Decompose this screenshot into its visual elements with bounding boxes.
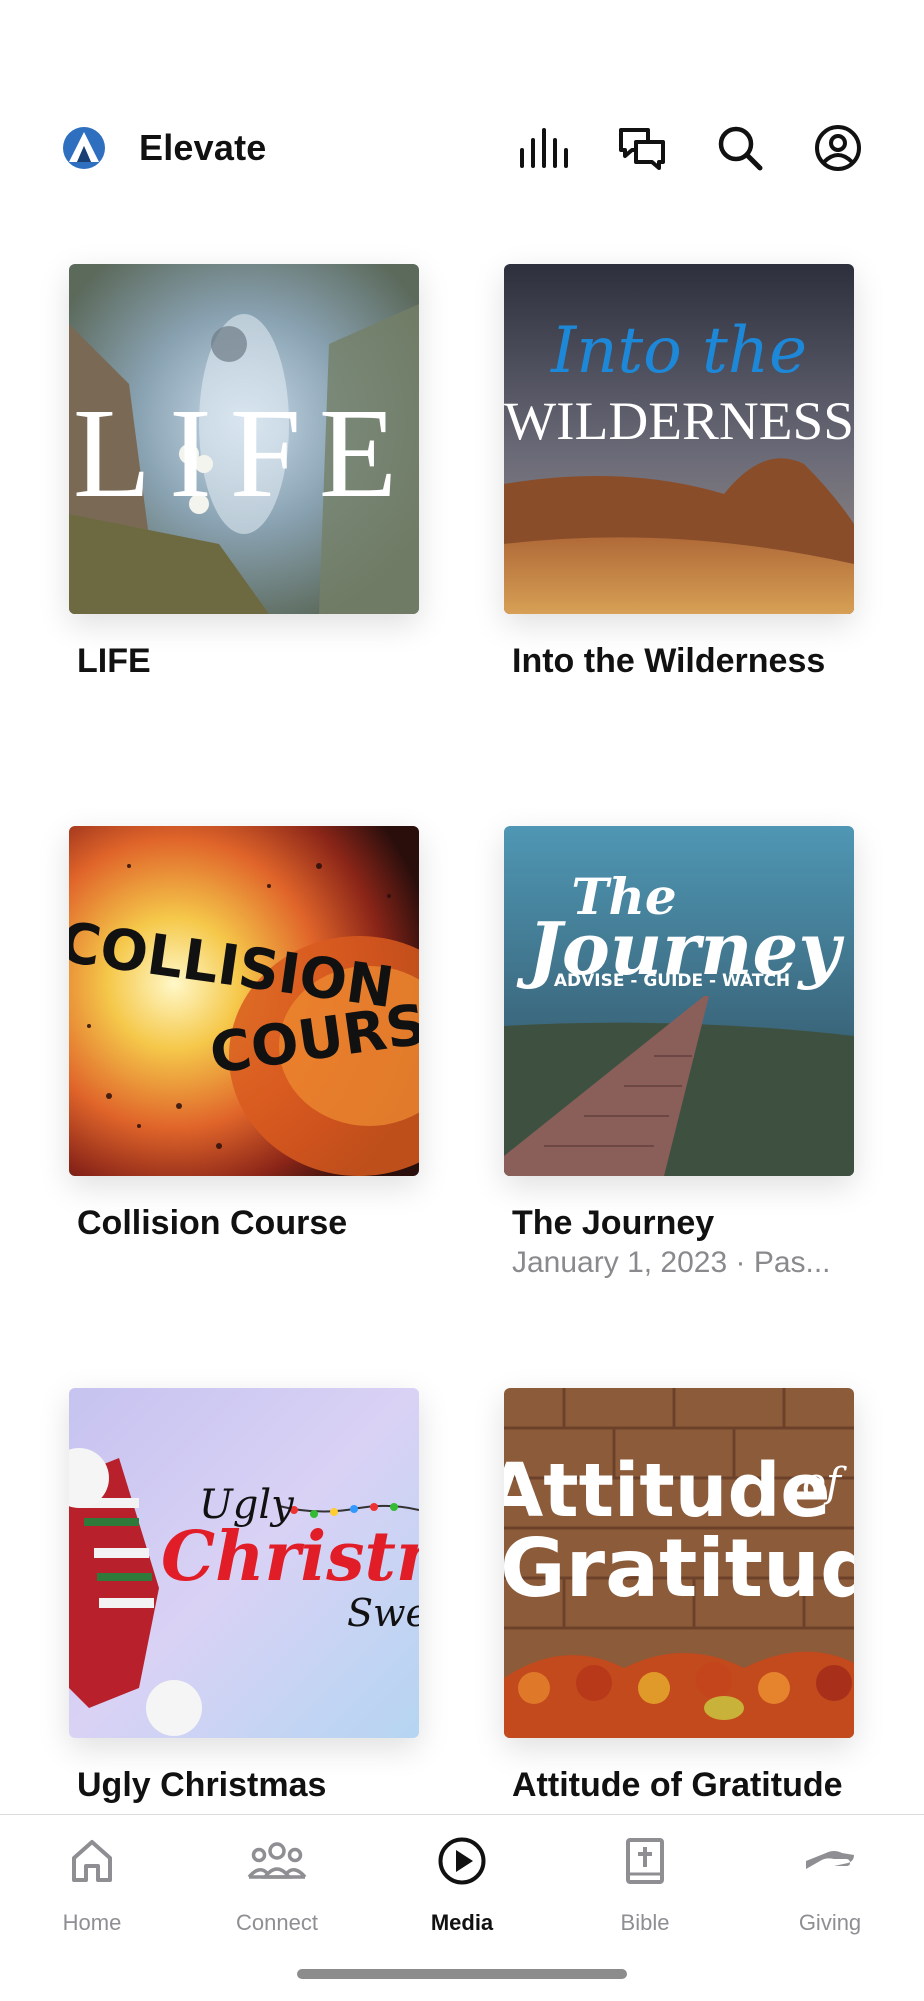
bible-icon [553, 1833, 737, 1889]
people-icon [185, 1833, 369, 1889]
search-icon[interactable] [712, 120, 768, 176]
artwork-tagline: ADVISE - GUIDE - WATCH [554, 971, 790, 991]
artwork-text: WILDERNESS [504, 391, 854, 451]
tab-media[interactable]: Media [370, 1815, 554, 1955]
tab-label: Media [430, 1910, 494, 1935]
tab-label: Connect [236, 1910, 318, 1935]
audio-bars-icon[interactable] [516, 120, 572, 176]
tab-home[interactable]: Home [0, 1815, 184, 1955]
media-subtitle: January 1, 2023 · Pas... [512, 1246, 831, 1279]
tab-giving[interactable]: Giving [738, 1815, 922, 1955]
logo-icon[interactable] [62, 126, 106, 170]
media-title: Attitude of Gratitude [512, 1766, 843, 1804]
artwork-script: Into the [550, 314, 807, 388]
play-circle-icon [370, 1833, 554, 1889]
house-icon [0, 1833, 184, 1889]
media-thumbnail[interactable]: Attitude of Gratitude [504, 1388, 854, 1738]
artwork-text: LIFE [73, 382, 415, 524]
tab-label: Home [62, 1910, 122, 1935]
tab-connect[interactable]: Connect [185, 1815, 369, 1955]
artwork-text-3: Gratitude [504, 1522, 854, 1615]
app-title: Elevate [139, 127, 267, 168]
media-thumbnail[interactable]: Into the WILDERNESS [504, 264, 854, 614]
media-title: Into the Wilderness [512, 642, 826, 680]
media-title: The Journey [512, 1204, 715, 1242]
header: Elevate [0, 0, 924, 220]
media-title: Collision Course [77, 1204, 348, 1242]
media-title: LIFE [77, 642, 151, 680]
profile-icon[interactable] [810, 120, 866, 176]
artwork-text-2: Christmas [161, 1517, 419, 1597]
artwork-text-2: of [802, 1460, 847, 1506]
media-thumbnail[interactable]: The Journey ADVISE - GUIDE - WATCH [504, 826, 854, 1176]
media-thumbnail[interactable]: Ugly Christmas Sweater [69, 1388, 419, 1738]
media-thumbnail[interactable]: LIFE [69, 264, 419, 614]
tab-label: Giving [798, 1910, 862, 1935]
home-indicator[interactable] [297, 1969, 627, 1979]
tab-label: Bible [620, 1910, 670, 1935]
tab-bible[interactable]: Bible [553, 1815, 737, 1955]
artwork-text-3: Sweater [347, 1591, 419, 1635]
media-thumbnail[interactable]: COLLISION COURSE [69, 826, 419, 1176]
chat-icon[interactable] [614, 120, 670, 176]
giving-hand-icon [738, 1833, 922, 1889]
